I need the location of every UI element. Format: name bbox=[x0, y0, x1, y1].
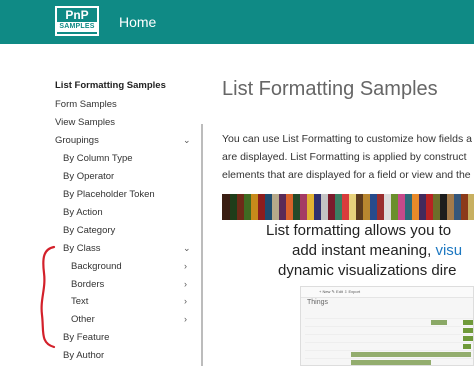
intro-paragraph-line: are displayed. List Formatting is applie… bbox=[222, 151, 467, 163]
chevron-down-icon[interactable]: ⌄ bbox=[183, 135, 191, 146]
banner-text-line2: add instant meaning, visu bbox=[292, 242, 462, 259]
chevron-right-icon[interactable]: › bbox=[184, 279, 187, 289]
screenshot-row bbox=[305, 327, 473, 335]
sidebar-item-view-samples[interactable]: View Samples bbox=[55, 117, 115, 128]
banner-text-line2-plain: add instant meaning, bbox=[292, 242, 436, 259]
sidebar-divider bbox=[201, 124, 203, 366]
sidebar-item-by-operator[interactable]: By Operator bbox=[63, 171, 114, 182]
screenshot-list-title: Things bbox=[307, 299, 329, 306]
sidebar-nav bbox=[0, 44, 202, 366]
screenshot-bar bbox=[463, 336, 473, 341]
screenshot-row bbox=[305, 343, 473, 351]
sidebar-item-by-placeholder-token[interactable]: By Placeholder Token bbox=[63, 189, 155, 200]
screenshot-row bbox=[305, 335, 473, 343]
chevron-right-icon[interactable]: › bbox=[184, 314, 187, 324]
screenshot-bar bbox=[463, 344, 471, 349]
sidebar-item-form-samples[interactable]: Form Samples bbox=[55, 99, 117, 110]
screenshot-bar bbox=[463, 320, 473, 325]
screenshot-row bbox=[305, 319, 473, 327]
page-title: List Formatting Samples bbox=[222, 78, 438, 100]
screenshot-bar bbox=[463, 328, 473, 333]
sidebar-item-by-class[interactable]: By Class bbox=[63, 243, 100, 254]
screenshot-row bbox=[305, 311, 473, 319]
sidebar-item-by-action[interactable]: By Action bbox=[63, 207, 103, 218]
sidebar-item-by-column-type[interactable]: By Column Type bbox=[63, 153, 133, 164]
screenshot-toolbar: + New ✎ Edit ⇩ Export bbox=[301, 287, 473, 298]
colorful-threads-image bbox=[222, 194, 474, 220]
intro-paragraph-line: elements that are displayed for a field … bbox=[222, 169, 471, 181]
screenshot-row bbox=[305, 359, 473, 365]
intro-paragraph-line: You can use List Formatting to customize… bbox=[222, 133, 472, 145]
logo-text-samples: SAMPLES bbox=[57, 22, 97, 32]
sidebar-item-background[interactable]: Background bbox=[71, 261, 122, 272]
chevron-right-icon[interactable]: › bbox=[184, 296, 187, 306]
banner-text-line3: dynamic visualizations dire bbox=[278, 262, 457, 279]
screenshot-bar bbox=[351, 352, 471, 357]
home-link[interactable]: Home bbox=[119, 14, 156, 30]
sidebar-item-by-author[interactable]: By Author bbox=[63, 350, 104, 361]
sidebar-item-borders[interactable]: Borders bbox=[71, 279, 104, 290]
screenshot-row bbox=[305, 351, 473, 359]
screenshot-bar bbox=[351, 360, 431, 365]
chevron-right-icon[interactable]: › bbox=[184, 261, 187, 271]
pnp-samples-logo[interactable]: PnP SAMPLES bbox=[55, 6, 99, 36]
sidebar-item-by-category[interactable]: By Category bbox=[63, 225, 115, 236]
chevron-down-icon[interactable]: ⌄ bbox=[183, 243, 191, 254]
red-bracket-annotation bbox=[40, 245, 56, 349]
screenshot-bar bbox=[431, 320, 447, 325]
sidebar-title[interactable]: List Formatting Samples bbox=[55, 80, 166, 91]
list-screenshot-image: + New ✎ Edit ⇩ Export Things bbox=[300, 286, 474, 366]
banner-text-line2-highlight: visu bbox=[435, 242, 463, 259]
banner-text-line1: List formatting allows you to bbox=[266, 222, 452, 239]
sidebar-item-other[interactable]: Other bbox=[71, 314, 95, 325]
top-navigation-bar: PnP SAMPLES Home bbox=[0, 0, 474, 44]
banner-image bbox=[222, 194, 474, 220]
logo-text-pnp: PnP bbox=[65, 8, 89, 22]
sidebar-item-by-feature[interactable]: By Feature bbox=[63, 332, 109, 343]
sidebar-item-groupings[interactable]: Groupings bbox=[55, 135, 99, 146]
screenshot-toolbar-text: + New ✎ Edit ⇩ Export bbox=[319, 289, 361, 294]
sidebar-item-text[interactable]: Text bbox=[71, 296, 88, 307]
